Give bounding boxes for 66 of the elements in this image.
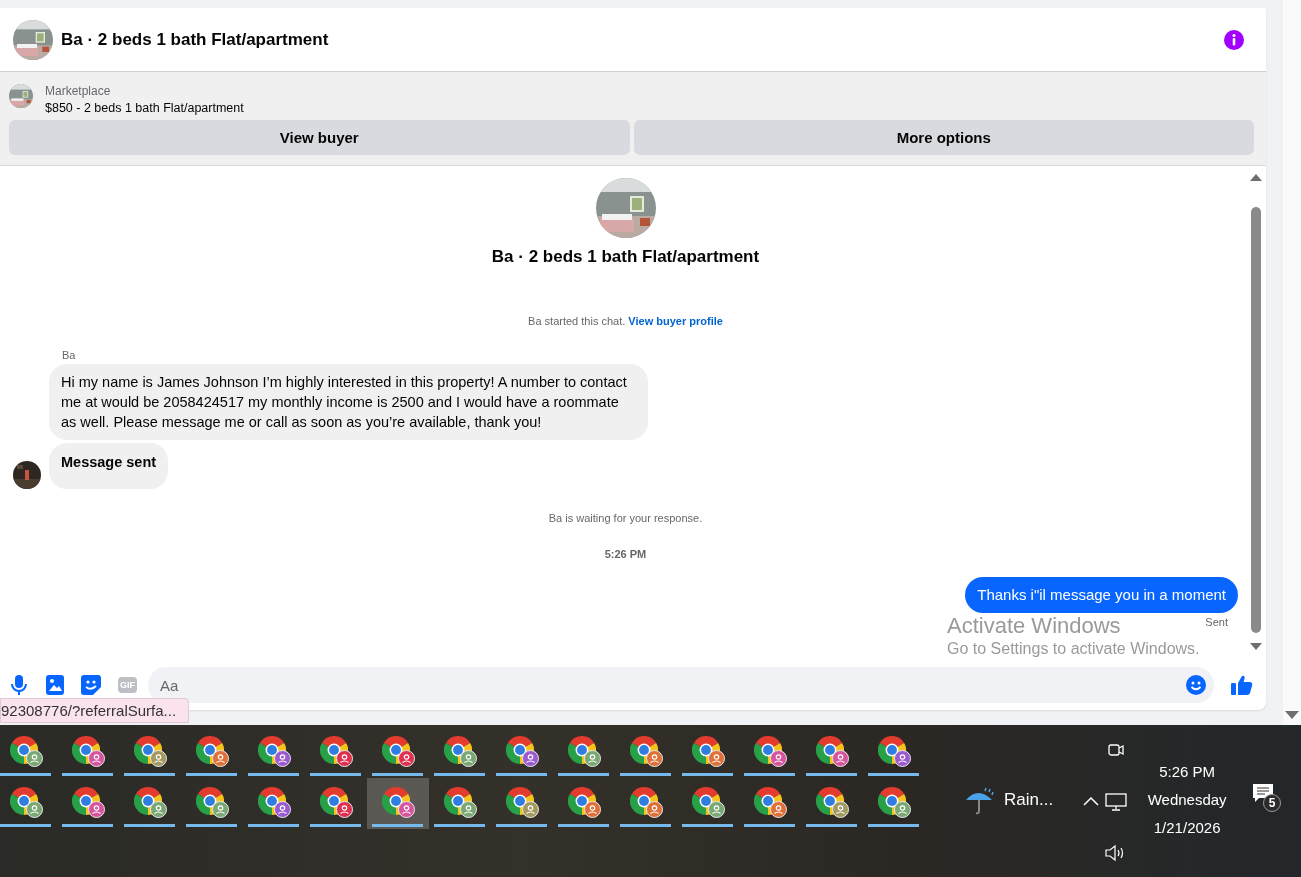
video-camera-icon[interactable] — [1107, 741, 1126, 759]
profile-badge-icon — [211, 801, 229, 818]
microphone-icon[interactable] — [9, 674, 29, 696]
profile-badge-icon — [149, 801, 167, 818]
profile-badge-icon — [335, 801, 353, 818]
profile-badge-icon — [211, 750, 229, 767]
profile-badge-icon — [583, 801, 601, 818]
profile-badge-icon — [831, 750, 849, 767]
profile-badge-icon — [87, 750, 105, 767]
image-icon[interactable] — [46, 675, 64, 695]
activation-notice-title: Activate Windows — [947, 613, 1121, 638]
profile-badge-icon — [521, 750, 539, 767]
profile-badge-icon — [273, 801, 291, 818]
profile-badge-icon — [459, 750, 477, 767]
profile-badge-icon — [25, 801, 43, 818]
monitor-icon[interactable] — [1105, 792, 1128, 811]
timestamp: 5:26 PM — [604, 548, 647, 560]
listing-summary: $850 - 2 beds 1 bath Flat/apartment — [45, 101, 244, 115]
profile-badge-icon — [335, 750, 353, 767]
profile-badge-icon — [645, 750, 663, 767]
notification-count-badge: 5 — [1263, 794, 1282, 812]
listing-action-button[interactable]: More options — [633, 120, 1254, 155]
profile-badge-icon — [893, 801, 911, 818]
profile-badge-icon — [397, 801, 415, 818]
weather-widget[interactable]: Rain... — [964, 784, 1054, 816]
buyer-profile-link[interactable]: View buyer profile — [628, 315, 723, 327]
scroll-up-arrow-icon[interactable] — [1250, 174, 1262, 181]
chat-start-note: Ba started this chat. View buyer profile — [528, 315, 723, 327]
profile-badge-icon — [831, 801, 849, 818]
profile-badge-icon — [893, 750, 911, 767]
profile-badge-icon — [769, 801, 787, 818]
message-bubble: Hi my name is James Johnson I’m highly interested in this property! A number to contact me at would be 2058424517 my monthly income is 2500 and I would have a roommate as well. Please message me or call as soon as you’re available, thank you! — [49, 364, 648, 440]
message-bubble: Thanks i"il message you in a moment — [965, 577, 1238, 613]
profile-badge-icon — [149, 750, 167, 767]
message-bubble: Message sent — [49, 443, 169, 489]
profile-badge-icon — [769, 750, 787, 767]
clock[interactable]: 5:26 PM Wednesday 1/21/2026 — [1137, 721, 1238, 877]
profile-badge-icon — [273, 750, 291, 767]
profile-badge-icon — [87, 801, 105, 818]
scroll-down-arrow-icon[interactable] — [1285, 711, 1299, 719]
profile-badge-icon — [707, 750, 725, 767]
emoji-icon[interactable] — [1186, 675, 1206, 695]
conversation-title: Ba · 2 beds 1 bath Flat/apartment — [491, 247, 760, 267]
profile-badge-icon — [707, 801, 725, 818]
listing-source: Marketplace — [45, 84, 112, 98]
activation-notice-text: Go to Settings to activate Windows. — [947, 640, 1200, 658]
profile-badge-icon — [521, 801, 539, 818]
scrollbar-thumb[interactable] — [1251, 207, 1261, 633]
profile-badge-icon — [583, 750, 601, 767]
scroll-down-arrow-icon[interactable] — [1250, 643, 1262, 650]
profile-badge-icon — [459, 801, 477, 818]
message-input[interactable]: Aa — [148, 667, 1214, 703]
profile-badge-icon — [25, 750, 43, 767]
profile-badge-icon — [645, 801, 663, 818]
profile-badge-icon — [397, 750, 415, 767]
taskbar-app-button[interactable] — [367, 778, 429, 829]
thumbs-up-icon[interactable] — [1231, 675, 1253, 695]
sticker-icon[interactable] — [81, 675, 101, 695]
status-note: Ba is waiting for your response. — [548, 512, 703, 524]
info-icon[interactable] — [1223, 28, 1245, 51]
sent-receipt: Sent — [1205, 616, 1228, 628]
chat-title: Ba · 2 beds 1 bath Flat/apartment — [61, 29, 330, 50]
sender-name: Ba — [62, 349, 77, 361]
listing-action-button[interactable]: View buyer — [9, 120, 630, 155]
chevron-up-icon[interactable] — [1083, 796, 1100, 806]
link-preview: 92308776/?referralSurfa... — [0, 698, 190, 723]
